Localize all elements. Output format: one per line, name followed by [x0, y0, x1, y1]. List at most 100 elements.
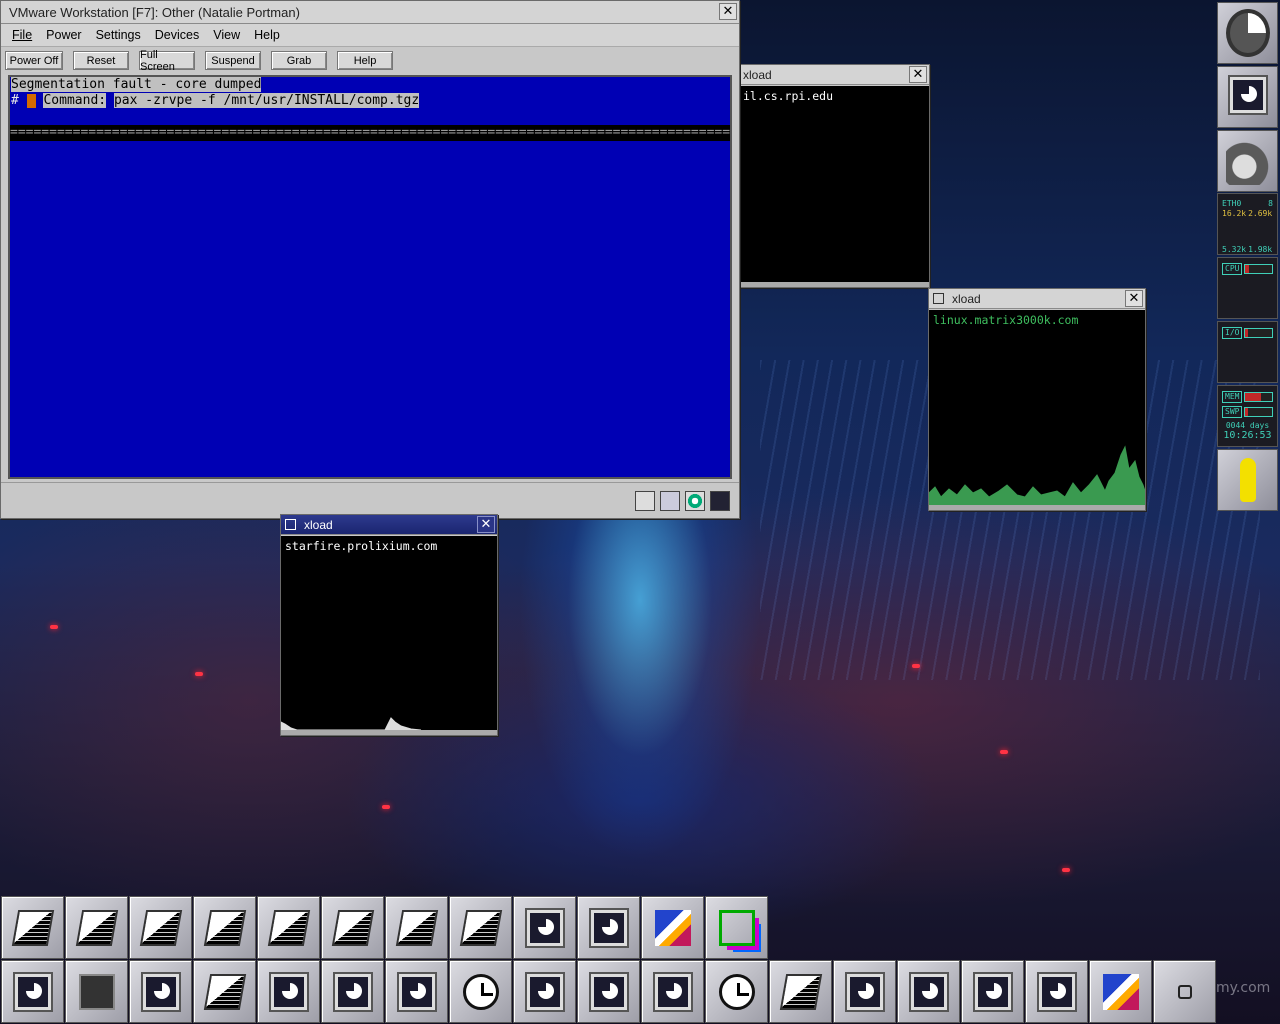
terminal-icon — [779, 974, 823, 1010]
grab-button[interactable]: Grab — [271, 51, 327, 70]
menu-file[interactable]: File — [5, 28, 39, 42]
cursor — [26, 93, 36, 108]
launcher-tile[interactable] — [1089, 960, 1152, 1023]
launcher-tile[interactable] — [65, 960, 128, 1023]
io-bar — [1244, 328, 1273, 338]
net-out: 2.69k — [1248, 209, 1273, 218]
vmware-window[interactable]: VMware Workstation [F7]: Other (Natalie … — [0, 0, 740, 519]
window-menu-icon[interactable] — [933, 293, 944, 304]
linux-icon — [1103, 974, 1139, 1010]
power-off-button[interactable]: Power Off — [5, 51, 63, 70]
cpu-monitor: CPU — [1217, 257, 1278, 319]
suspend-button[interactable]: Suspend — [205, 51, 261, 70]
dock-tile-gimp[interactable] — [1217, 130, 1278, 192]
monitor-icon — [143, 974, 179, 1010]
command-input[interactable]: pax -zrvpe -f /mnt/usr/INSTALL/comp.tgz — [113, 93, 420, 108]
xload-bottom-bar — [929, 505, 1145, 510]
launcher-tile[interactable] — [1, 896, 64, 959]
terminal-icon — [75, 910, 119, 946]
launcher-tile[interactable] — [1, 960, 64, 1023]
xload-titlebar[interactable]: xload ✕ — [739, 65, 929, 85]
launcher-tile[interactable] — [129, 960, 192, 1023]
close-button[interactable]: ✕ — [477, 516, 495, 533]
terminal-icon — [203, 910, 247, 946]
cpu-bar — [1244, 264, 1273, 274]
net-in-2: 5.32k — [1222, 245, 1247, 254]
mem-label: MEM — [1222, 391, 1243, 403]
cdrom-icon[interactable] — [685, 491, 705, 511]
window-menu-icon[interactable] — [285, 519, 296, 530]
launcher-tile[interactable] — [321, 896, 384, 959]
launcher-tile[interactable] — [705, 960, 768, 1023]
launcher-tile[interactable] — [641, 960, 704, 1023]
dock-tile-app[interactable] — [1217, 2, 1278, 64]
monitor-icon — [847, 974, 883, 1010]
launcher-tile[interactable] — [641, 896, 704, 959]
launcher-tile[interactable] — [129, 896, 192, 959]
monitor-icon — [911, 974, 947, 1010]
disk-icon[interactable] — [660, 491, 680, 511]
launcher-tile[interactable] — [769, 960, 832, 1023]
reset-button[interactable]: Reset — [73, 51, 129, 70]
xload-window-matrix[interactable]: xload ✕ linux.matrix3000k.com — [928, 288, 1146, 511]
menu-settings[interactable]: Settings — [89, 28, 148, 42]
full-screen-button[interactable]: Full Screen — [139, 49, 195, 73]
monitor-icon — [591, 974, 627, 1010]
launcher-tile[interactable] — [257, 960, 320, 1023]
launcher-tile[interactable] — [193, 960, 256, 1023]
wallpaper-light — [1000, 750, 1008, 754]
xload-graph: linux.matrix3000k.com — [929, 310, 1145, 505]
vm-console[interactable]: Segmentation fault - core dumped # Comma… — [8, 75, 732, 479]
floppy-icon[interactable] — [635, 491, 655, 511]
close-button[interactable]: ✕ — [909, 66, 927, 83]
launcher-tile[interactable] — [513, 960, 576, 1023]
launcher-tile[interactable] — [321, 960, 384, 1023]
monitor-icon — [271, 974, 307, 1010]
launcher-tile[interactable] — [193, 896, 256, 959]
menu-view[interactable]: View — [206, 28, 247, 42]
menu-devices[interactable]: Devices — [148, 28, 206, 42]
xload-hostname: linux.matrix3000k.com — [933, 313, 1079, 327]
dock-tile-monitor[interactable] — [1217, 66, 1278, 128]
launcher-tile[interactable] — [705, 896, 768, 959]
net-row: ETH0 8 — [1222, 199, 1273, 209]
xload-window-starfire[interactable]: xload ✕ starfire.prolixium.com — [280, 514, 498, 736]
wallpaper-light — [195, 672, 203, 676]
monitor-icon — [1230, 77, 1266, 113]
mem-monitor: MEM SWP 0044 days 10:26:53 — [1217, 385, 1278, 447]
vmware-titlebar[interactable]: VMware Workstation [F7]: Other (Natalie … — [1, 1, 739, 24]
close-button[interactable]: ✕ — [1125, 290, 1143, 307]
launcher-tile[interactable] — [897, 960, 960, 1023]
dock-tile-person[interactable] — [1217, 449, 1278, 511]
launcher-tile[interactable] — [385, 960, 448, 1023]
monitor-icon — [399, 974, 435, 1010]
launcher-tile[interactable] — [65, 896, 128, 959]
launcher-tile[interactable] — [577, 896, 640, 959]
xload-window-rpi[interactable]: xload ✕ il.cs.rpi.edu — [738, 64, 930, 288]
menu-help[interactable]: Help — [247, 28, 287, 42]
launcher-tile[interactable] — [449, 960, 512, 1023]
launcher-tile[interactable] — [449, 896, 512, 959]
dock-app-icon — [1226, 9, 1270, 57]
error-message: Segmentation fault - core dumped — [11, 77, 262, 92]
launcher-tile[interactable] — [961, 960, 1024, 1023]
help-button[interactable]: Help — [337, 51, 393, 70]
launcher-tile[interactable] — [1153, 960, 1216, 1023]
launcher-tile[interactable] — [833, 960, 896, 1023]
network-icon[interactable] — [710, 491, 730, 511]
xload-titlebar[interactable]: xload ✕ — [929, 289, 1145, 309]
net-graph — [1220, 222, 1275, 242]
xload-graph: il.cs.rpi.edu — [739, 86, 929, 282]
launcher-tile[interactable] — [577, 960, 640, 1023]
clock: 10:26:53 — [1223, 430, 1272, 441]
xload-titlebar[interactable]: xload ✕ — [281, 515, 497, 535]
menu-power[interactable]: Power — [39, 28, 88, 42]
io-monitor: I/O — [1217, 321, 1278, 383]
launcher-tile[interactable] — [1025, 960, 1088, 1023]
launcher-tile[interactable] — [257, 896, 320, 959]
console-command-line: # Command: pax -zrvpe -f /mnt/usr/INSTAL… — [10, 93, 730, 109]
net-row: 16.2k 2.69k — [1222, 209, 1273, 219]
launcher-tile[interactable] — [385, 896, 448, 959]
launcher-tile[interactable] — [513, 896, 576, 959]
close-button[interactable]: ✕ — [719, 3, 737, 20]
